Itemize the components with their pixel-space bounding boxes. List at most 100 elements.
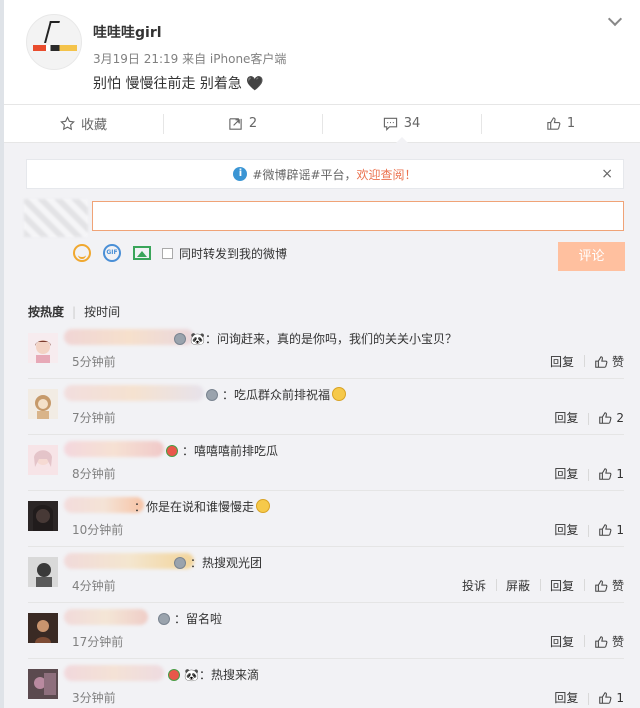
comment-body: 🐼：问询赶来，真的是你吗，我们的关关小宝贝？ xyxy=(190,332,457,346)
notice-link[interactable]: 欢迎查阅！ xyxy=(357,166,417,183)
comment-likes: 1 xyxy=(616,466,624,481)
image-icon xyxy=(133,246,151,260)
comment-body: ：留名啦 xyxy=(174,612,223,626)
comment-item: ：吃瓜群众前排祝福 7分钟前 回复 2 xyxy=(28,379,624,435)
comment-time: 17分钟前 xyxy=(72,635,124,649)
comment-item: ：嘻嘻嘻前排吃瓜 8分钟前 回复 1 xyxy=(28,435,624,491)
composer-tools: GIF 同时转发到我的微博 xyxy=(72,243,287,263)
like-comment-button[interactable]: 赞 xyxy=(583,633,624,650)
comment-button[interactable]: 34 xyxy=(322,105,481,143)
reply-button[interactable]: 回复 xyxy=(544,689,588,706)
comment-likes: 1 xyxy=(616,522,624,537)
my-avatar xyxy=(24,199,88,237)
comment-text: 🐼：问询赶来，真的是你吗，我们的关关小宝贝？ xyxy=(174,330,457,347)
commenter-name-blurred[interactable] xyxy=(64,665,164,681)
commenter-avatar[interactable] xyxy=(28,389,58,419)
commenter-avatar[interactable] xyxy=(28,333,58,363)
thumbs-up-icon xyxy=(595,355,608,368)
repost-count: 2 xyxy=(248,116,258,131)
thumbs-up-icon xyxy=(599,411,612,424)
repost-checkbox[interactable] xyxy=(162,247,173,259)
grin-emoji-icon xyxy=(332,387,347,401)
comment-actions: 回复 1 xyxy=(544,521,624,538)
comment-actions: 回复 赞 xyxy=(540,353,624,370)
comment-actions: 回复 1 xyxy=(544,465,624,482)
commenter-avatar[interactable] xyxy=(28,445,58,475)
badge-icon xyxy=(158,613,170,625)
author-avatar[interactable] xyxy=(26,14,82,70)
like-comment-button[interactable]: 2 xyxy=(588,411,624,425)
submit-comment-button[interactable]: 评论 xyxy=(558,242,625,271)
comment-likes: 赞 xyxy=(611,635,624,649)
like-comment-button[interactable]: 1 xyxy=(588,467,624,481)
thumbs-up-icon xyxy=(595,579,608,592)
reply-button[interactable]: 回复 xyxy=(544,521,588,538)
comment-time: 8分钟前 xyxy=(72,467,116,481)
author-name[interactable]: 哇哇哇girl xyxy=(93,22,162,42)
thumbs-up-icon xyxy=(599,523,612,536)
gif-icon: GIF xyxy=(103,244,121,262)
comment-body: ：吃瓜群众前排祝福 xyxy=(222,388,331,402)
commenter-avatar[interactable] xyxy=(28,613,58,643)
image-button[interactable] xyxy=(132,243,152,263)
commenter-name-blurred[interactable] xyxy=(64,385,204,401)
like-count: 1 xyxy=(566,116,576,131)
reply-button[interactable]: 回复 xyxy=(544,409,588,426)
commenter-name-blurred[interactable] xyxy=(64,497,144,513)
reply-button[interactable]: 回复 xyxy=(540,633,584,650)
reply-button[interactable]: 回复 xyxy=(540,353,584,370)
comment-time: 4分钟前 xyxy=(72,579,116,593)
reply-button[interactable]: 回复 xyxy=(544,465,588,482)
badge-icon xyxy=(206,389,218,401)
comment-input[interactable] xyxy=(92,201,624,231)
comment-item: 🐼：热搜来滴 3分钟前 回复 1 xyxy=(28,659,624,708)
thumbs-up-icon xyxy=(595,635,608,648)
commenter-name-blurred[interactable] xyxy=(64,609,148,625)
commenter-name-blurred[interactable] xyxy=(64,441,164,457)
weibo-post-page: 哇哇哇girl 3月19日 21:19 来自 iPhone客户端 别怕 慢慢往前… xyxy=(0,0,640,708)
block-button[interactable]: 屏蔽 xyxy=(495,577,540,594)
like-comment-button[interactable]: 1 xyxy=(588,691,624,705)
comment-item: ：你是在说和谁慢慢走 10分钟前 回复 1 xyxy=(28,491,624,547)
sort-divider: | xyxy=(72,304,77,319)
favorite-button[interactable]: 收藏 xyxy=(4,105,163,142)
comment-actions: 投诉 屏蔽 回复 赞 xyxy=(452,577,624,594)
thumbs-up-icon xyxy=(599,691,612,704)
like-comment-button[interactable]: 赞 xyxy=(583,353,624,370)
comment-item: ：热搜观光团 4分钟前 投诉 屏蔽 回复 赞 xyxy=(28,547,624,603)
watermelon-icon xyxy=(166,445,178,457)
thumbs-up-icon xyxy=(547,117,561,130)
repost-checkbox-label: 同时转发到我的微博 xyxy=(179,246,288,261)
commenter-avatar[interactable] xyxy=(28,501,58,531)
commenter-avatar[interactable] xyxy=(28,557,58,587)
smile-icon xyxy=(73,244,91,262)
post-meta: 3月19日 21:19 来自 iPhone客户端 xyxy=(93,52,287,66)
like-button[interactable]: 1 xyxy=(481,105,640,142)
comment-text: ：留名啦 xyxy=(158,610,222,627)
sort-by-time[interactable]: 按时间 xyxy=(84,303,120,320)
gif-button[interactable]: GIF xyxy=(102,243,122,263)
chevron-down-icon[interactable] xyxy=(607,11,623,27)
repost-button[interactable]: 2 xyxy=(163,105,322,142)
comment-time: 3分钟前 xyxy=(72,691,116,705)
commenter-avatar[interactable] xyxy=(28,669,58,699)
star-icon xyxy=(60,116,75,131)
comment-time: 5分钟前 xyxy=(72,355,116,369)
comment-time: 7分钟前 xyxy=(72,411,116,425)
report-button[interactable]: 投诉 xyxy=(452,577,496,594)
comment-text: ：你是在说和谁慢慢走 xyxy=(134,498,271,515)
like-comment-button[interactable]: 1 xyxy=(588,523,624,537)
close-icon[interactable]: × xyxy=(601,166,613,182)
comment-likes: 1 xyxy=(616,690,624,705)
badge-icon xyxy=(174,333,186,345)
comment-likes: 赞 xyxy=(611,579,624,593)
badge-icon xyxy=(174,557,186,569)
emoji-button[interactable] xyxy=(72,243,92,263)
reply-button[interactable]: 回复 xyxy=(539,577,584,594)
comment-text: ：吃瓜群众前排祝福 xyxy=(206,386,347,403)
like-comment-button[interactable]: 赞 xyxy=(583,577,624,594)
post-text: 别怕 慢慢往前走 别着急 🖤 xyxy=(93,76,264,92)
sort-by-hot[interactable]: 按热度 xyxy=(28,303,64,320)
thumbs-up-icon xyxy=(599,467,612,480)
repost-icon xyxy=(229,118,242,130)
